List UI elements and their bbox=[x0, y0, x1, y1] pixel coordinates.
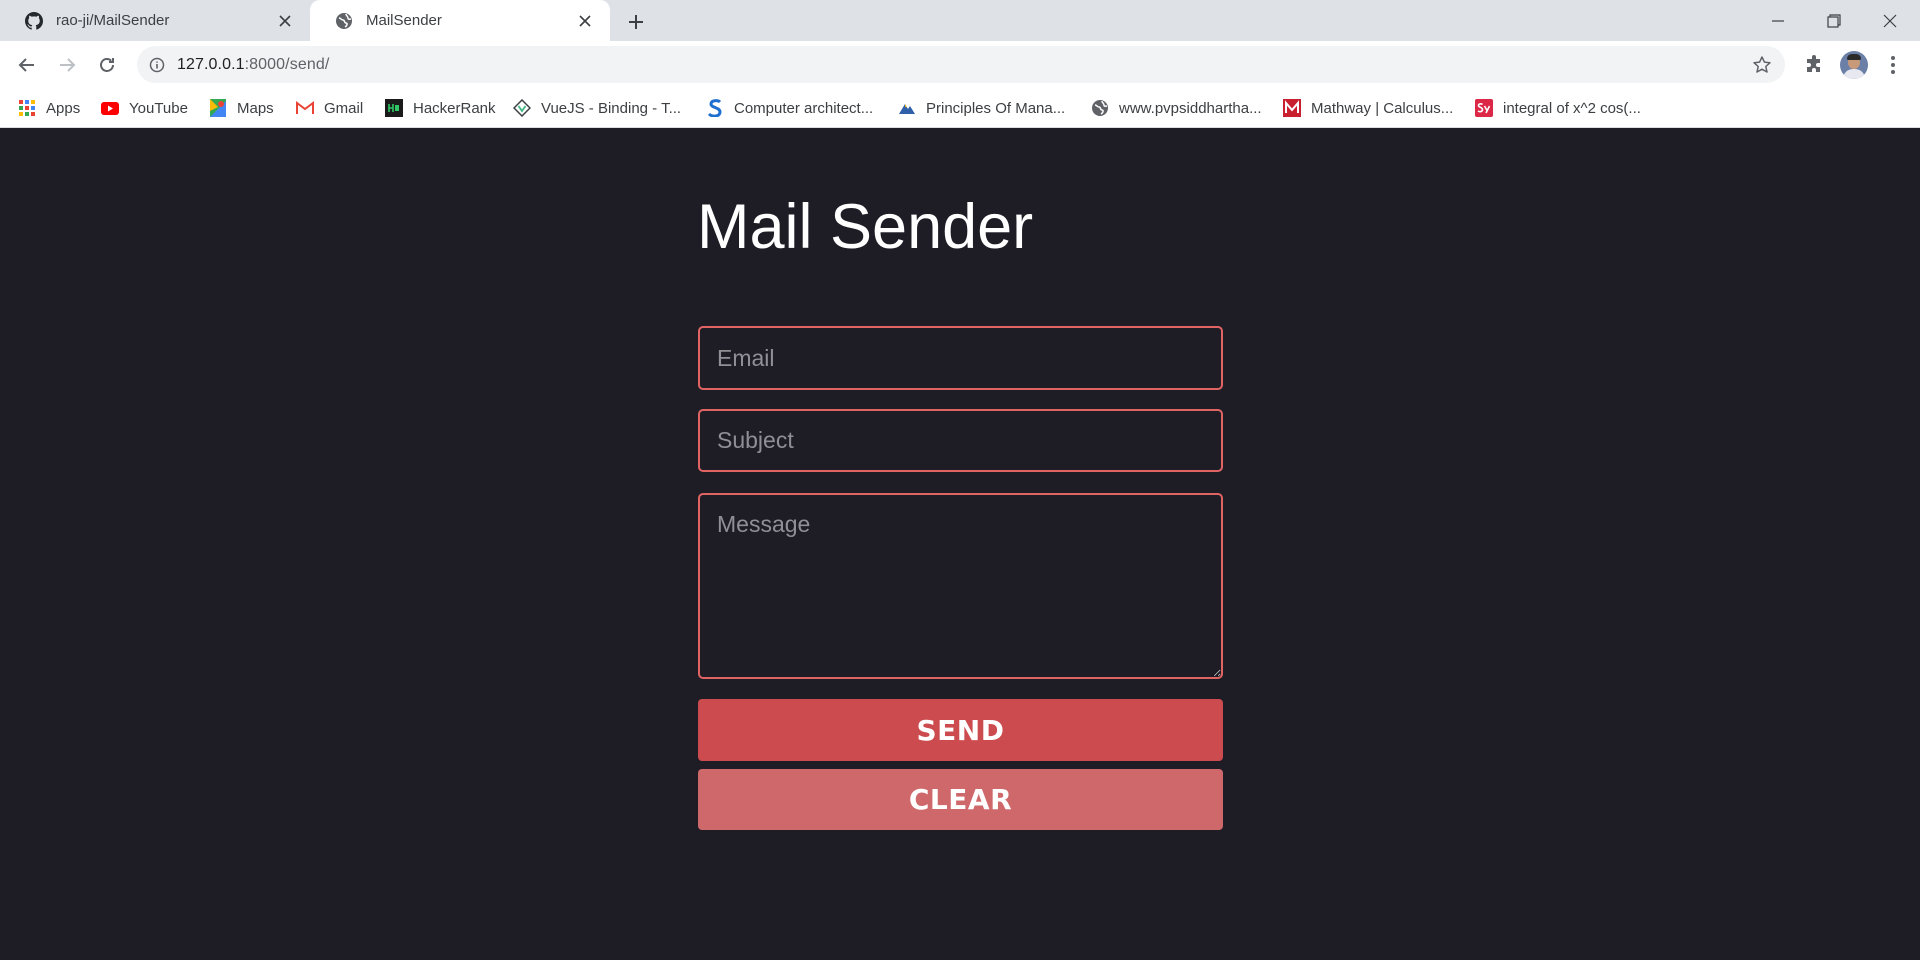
close-tab-icon[interactable] bbox=[574, 10, 596, 32]
bookmark-hackerrank[interactable]: HackerRank bbox=[385, 96, 496, 120]
bookmark-label: Apps bbox=[46, 99, 81, 117]
url-text: 127.0.0.1:8000/send/ bbox=[177, 56, 329, 74]
profile-avatar[interactable] bbox=[1840, 51, 1868, 79]
gmail-icon bbox=[296, 99, 314, 117]
send-button[interactable]: SEND bbox=[698, 699, 1223, 761]
bookmark-label: Mathway | Calculus... bbox=[1311, 99, 1454, 117]
site-info-icon[interactable] bbox=[137, 46, 177, 83]
bookmark-label: Maps bbox=[237, 99, 274, 117]
vuejs-icon bbox=[513, 99, 531, 117]
bookmark-label: Computer architect... bbox=[734, 99, 874, 117]
email-input[interactable] bbox=[698, 326, 1223, 390]
bookmark-label: www.pvpsiddhartha... bbox=[1119, 99, 1262, 117]
subject-input[interactable] bbox=[698, 409, 1223, 472]
bookmark-computer-architecture[interactable]: Computer architect... bbox=[706, 96, 873, 120]
bookmark-vuejs[interactable]: VueJS - Binding - T... bbox=[513, 96, 681, 120]
bookmark-label: Gmail bbox=[324, 99, 364, 117]
url-path: :8000/send/ bbox=[244, 55, 330, 73]
bookmark-maps[interactable]: Maps bbox=[209, 96, 274, 120]
clear-button[interactable]: CLEAR bbox=[698, 769, 1223, 830]
avatar-hair bbox=[1847, 54, 1861, 60]
tab-strip: rao-ji/MailSender MailSender bbox=[0, 0, 1920, 41]
github-icon bbox=[24, 11, 44, 31]
reload-icon[interactable] bbox=[90, 48, 124, 82]
globe-icon bbox=[334, 11, 354, 31]
bookmark-label: Principles Of Mana... bbox=[926, 99, 1066, 117]
bookmark-apps[interactable]: Apps bbox=[18, 96, 80, 120]
message-textarea[interactable] bbox=[698, 493, 1223, 679]
browser-toolbar: 127.0.0.1:8000/send/ bbox=[0, 41, 1920, 88]
bookmarks-bar: Apps YouTube Maps Gmail HackerRank VueJS… bbox=[0, 88, 1920, 128]
bookmark-pvpsiddhartha[interactable]: www.pvpsiddhartha... bbox=[1091, 96, 1262, 120]
tab-title: MailSender bbox=[366, 12, 442, 29]
bookmark-principles[interactable]: Principles Of Mana... bbox=[898, 96, 1065, 120]
page-title: Mail Sender bbox=[697, 192, 1034, 262]
mountain-icon bbox=[898, 99, 916, 117]
tab-title: rao-ji/MailSender bbox=[56, 12, 170, 29]
close-tab-icon[interactable] bbox=[274, 10, 296, 32]
bookmark-label: HackerRank bbox=[413, 99, 496, 117]
new-tab-icon[interactable] bbox=[622, 8, 650, 36]
close-window-icon[interactable] bbox=[1862, 0, 1918, 41]
bookmark-mathway[interactable]: Mathway | Calculus... bbox=[1283, 96, 1453, 120]
youtube-icon bbox=[101, 99, 119, 117]
address-bar[interactable]: 127.0.0.1:8000/send/ bbox=[137, 46, 1785, 83]
avatar-shirt bbox=[1843, 69, 1865, 79]
minimize-icon[interactable] bbox=[1750, 0, 1806, 41]
forward-arrow-icon[interactable] bbox=[50, 48, 84, 82]
tab-mailsender[interactable]: MailSender bbox=[310, 0, 610, 41]
extensions-puzzle-icon[interactable] bbox=[1797, 48, 1831, 82]
symbolab-icon bbox=[1475, 99, 1493, 117]
globe-icon bbox=[1091, 99, 1109, 117]
back-arrow-icon[interactable] bbox=[10, 48, 44, 82]
apps-grid-icon bbox=[18, 99, 36, 117]
bookmark-label: YouTube bbox=[129, 99, 188, 117]
bookmark-youtube[interactable]: YouTube bbox=[101, 96, 188, 120]
bookmark-symbolab[interactable]: integral of x^2 cos(... bbox=[1475, 96, 1641, 120]
bookmark-gmail[interactable]: Gmail bbox=[296, 96, 363, 120]
maps-icon bbox=[209, 99, 227, 117]
bookmark-label: integral of x^2 cos(... bbox=[1503, 99, 1641, 117]
url-host: 127.0.0.1 bbox=[177, 55, 245, 73]
kebab-menu-icon[interactable] bbox=[1876, 48, 1910, 82]
bookmark-label: VueJS - Binding - T... bbox=[541, 99, 682, 117]
bookmark-star-icon[interactable] bbox=[1751, 54, 1773, 76]
page-content: Mail Sender SEND CLEAR bbox=[0, 129, 1920, 960]
restore-icon[interactable] bbox=[1806, 0, 1862, 41]
hackerrank-icon bbox=[385, 99, 403, 117]
s-logo-icon bbox=[706, 99, 724, 117]
mathway-icon bbox=[1283, 99, 1301, 117]
tab-github[interactable]: rao-ji/MailSender bbox=[0, 0, 310, 41]
